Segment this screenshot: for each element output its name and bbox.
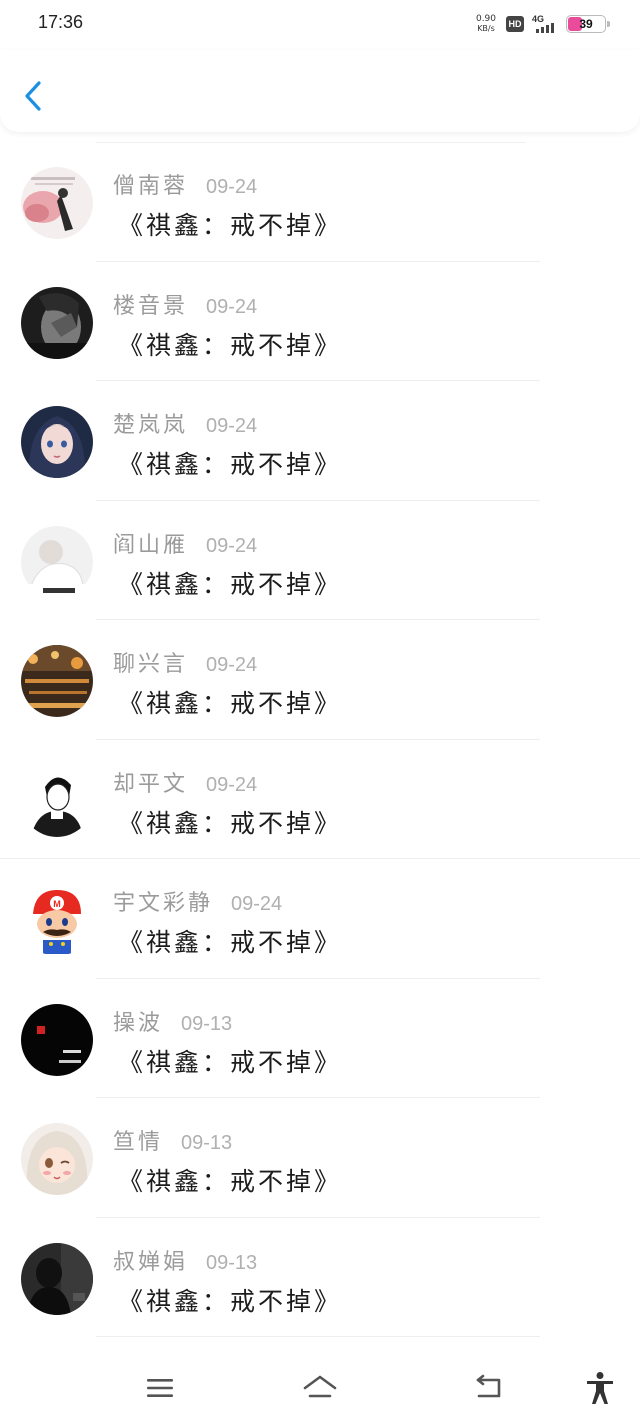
comment-date: 09-13 — [181, 1132, 233, 1154]
list-item[interactable]: 楼音景 09-24 《祺鑫：戒不掉》 — [0, 262, 640, 381]
status-icons: 0.90 KB/s HD 4G 39 — [474, 12, 610, 36]
book-title[interactable]: 《祺鑫：戒不掉》 — [118, 923, 342, 959]
screen: 17:36 0.90 KB/s HD 4G 39 僧南蓉 09-24 《祺鑫：戒… — [0, 0, 640, 1427]
avatar[interactable] — [21, 1123, 93, 1195]
black-text-avatar — [21, 1003, 93, 1076]
monochrome-portrait-avatar — [21, 286, 93, 359]
chevron-left-icon — [25, 81, 41, 111]
comment-meta: 叔婵娟 09-13 — [113, 1244, 257, 1276]
avatar[interactable] — [21, 167, 93, 239]
winking-anime-avatar — [21, 1123, 93, 1195]
home-icon — [303, 1375, 337, 1398]
comment-meta: 聊兴言 09-24 — [113, 646, 257, 678]
book-title[interactable]: 《祺鑫：戒不掉》 — [118, 445, 342, 481]
comment-date: 09-24 — [206, 654, 258, 676]
avatar[interactable] — [21, 1242, 93, 1315]
menu-button[interactable] — [140, 1371, 180, 1405]
avatar[interactable] — [21, 525, 93, 598]
avatar[interactable] — [21, 286, 93, 359]
author-name[interactable]: 楚岚岚 — [113, 407, 188, 439]
comment-date: 09-13 — [206, 1251, 258, 1274]
header — [0, 50, 640, 132]
back-nav-button[interactable] — [468, 1371, 508, 1405]
comment-date: 09-13 — [181, 1012, 233, 1035]
anime-girl-avatar — [21, 406, 93, 478]
comment-meta: 操波 09-13 — [113, 1005, 232, 1037]
author-name[interactable]: 阎山雁 — [113, 527, 188, 559]
comment-date: 09-24 — [206, 176, 258, 198]
list-item[interactable]: 僧南蓉 09-24 《祺鑫：戒不掉》 — [0, 142, 640, 262]
comment-date: 09-24 — [206, 415, 258, 437]
book-title[interactable]: 《祺鑫：戒不掉》 — [118, 206, 342, 242]
hd-icon: HD — [506, 16, 524, 32]
back-arrow-icon — [476, 1374, 501, 1398]
avatar[interactable] — [21, 764, 93, 837]
comment-date: 09-24 — [206, 295, 258, 318]
author-name[interactable]: 笪情 — [113, 1124, 163, 1156]
dark-silhouette-avatar — [21, 1242, 93, 1315]
mario-avatar: M — [21, 884, 93, 956]
comment-meta: 阎山雁 09-24 — [113, 527, 257, 559]
network-speed-value: 0.90 — [475, 14, 497, 24]
list-item[interactable]: 却平文 09-24 《祺鑫：戒不掉》 — [0, 740, 640, 859]
author-name[interactable]: 却平文 — [113, 766, 188, 798]
comment-date: 09-24 — [206, 773, 258, 796]
system-navbar — [0, 1349, 640, 1427]
list-item[interactable]: 笪情 09-13 《祺鑫：戒不掉》 — [0, 1098, 640, 1218]
list-item[interactable]: 楚岚岚 09-24 《祺鑫：戒不掉》 — [0, 381, 640, 501]
author-name[interactable]: 僧南蓉 — [113, 168, 188, 200]
list-item[interactable]: M 宇文彩静 09-24 《祺鑫：戒不掉》 — [0, 859, 640, 979]
svg-text:M: M — [53, 899, 61, 909]
city-lights-avatar — [21, 645, 93, 717]
avatar[interactable]: M — [21, 884, 93, 956]
avatar[interactable] — [21, 1003, 93, 1076]
status-bar: 17:36 0.90 KB/s HD 4G 39 — [0, 0, 640, 50]
pink-illustration-avatar — [21, 167, 93, 239]
avatar[interactable] — [21, 645, 93, 717]
list-item[interactable]: 阎山雁 09-24 《祺鑫：戒不掉》 — [0, 501, 640, 620]
comment-date: 09-24 — [231, 893, 283, 915]
book-title[interactable]: 《祺鑫：戒不掉》 — [118, 1162, 342, 1198]
signal-icon: 4G — [532, 14, 558, 33]
author-name[interactable]: 叔婵娟 — [113, 1244, 188, 1276]
sketch-boy-avatar — [21, 764, 93, 837]
list-item[interactable]: 叔婵娟 09-13 《祺鑫：戒不掉》 — [0, 1218, 640, 1337]
white-figure-avatar — [21, 525, 93, 598]
battery-level: 39 — [579, 17, 593, 31]
accessibility-button[interactable] — [580, 1371, 620, 1405]
menu-icon — [147, 1379, 173, 1397]
book-title[interactable]: 《祺鑫：戒不掉》 — [118, 565, 342, 601]
comment-date: 09-24 — [206, 534, 258, 557]
comment-meta: 却平文 09-24 — [113, 766, 257, 798]
network-speed-unit: KB/s — [477, 24, 495, 33]
book-title[interactable]: 《祺鑫：戒不掉》 — [118, 684, 342, 720]
author-name[interactable]: 聊兴言 — [113, 646, 188, 678]
comment-meta: 楚岚岚 09-24 — [113, 407, 257, 439]
status-time: 17:36 — [38, 12, 84, 32]
back-button[interactable] — [20, 78, 48, 114]
comment-meta: 笪情 09-13 — [113, 1124, 232, 1156]
comment-meta: 楼音景 09-24 — [113, 288, 257, 320]
book-title[interactable]: 《祺鑫：戒不掉》 — [118, 326, 342, 362]
comment-list: 僧南蓉 09-24 《祺鑫：戒不掉》 楼音景 09-24 《祺鑫：戒不掉》 楚岚… — [0, 142, 640, 1337]
network-speed: 0.90 KB/s — [474, 14, 498, 34]
comment-meta: 僧南蓉 09-24 — [113, 168, 257, 200]
battery-icon: 39 — [566, 15, 610, 33]
author-name[interactable]: 楼音景 — [113, 288, 188, 320]
list-item[interactable]: 操波 09-13 《祺鑫：戒不掉》 — [0, 979, 640, 1098]
home-button[interactable] — [300, 1371, 340, 1405]
divider — [96, 1336, 540, 1337]
author-name[interactable]: 操波 — [113, 1005, 163, 1037]
list-item[interactable]: 聊兴言 09-24 《祺鑫：戒不掉》 — [0, 620, 640, 740]
book-title[interactable]: 《祺鑫：戒不掉》 — [118, 804, 342, 840]
book-title[interactable]: 《祺鑫：戒不掉》 — [118, 1282, 342, 1318]
comment-meta: 宇文彩静 09-24 — [113, 885, 282, 917]
avatar[interactable] — [21, 406, 93, 478]
accessibility-icon — [587, 1372, 613, 1404]
book-title[interactable]: 《祺鑫：戒不掉》 — [118, 1043, 342, 1079]
author-name[interactable]: 宇文彩静 — [113, 885, 213, 917]
